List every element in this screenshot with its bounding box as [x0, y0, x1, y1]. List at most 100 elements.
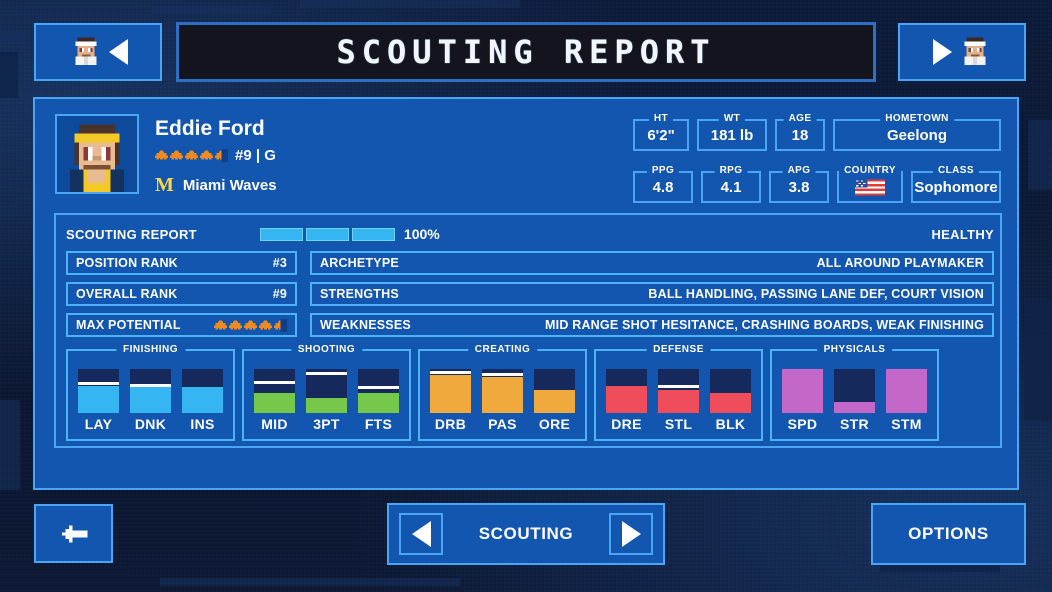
attribute-meter-fill — [254, 393, 295, 413]
row-overall-rank: OVERALL RANK #9 — [66, 282, 297, 306]
scouting-report-panel: Eddie Ford #9 | G M Miami Waves HT 6'2" … — [33, 97, 1019, 490]
previous-player-button[interactable] — [34, 23, 162, 81]
attribute-potential-tick — [78, 381, 119, 385]
stat-label: HT — [648, 113, 674, 124]
triangle-left-icon — [108, 39, 128, 65]
status-badge: HEALTHY — [931, 226, 994, 242]
stat-value: 181 lb — [710, 126, 754, 144]
attribute-code: DNK — [134, 416, 167, 432]
attribute-meter-fill — [482, 376, 523, 413]
attribute-meter-fill — [782, 369, 823, 413]
attribute-meter — [606, 369, 647, 413]
attribute-meter — [658, 369, 699, 413]
attribute-potential-tick — [482, 373, 523, 377]
attribute-group-label: SHOOTING — [290, 344, 363, 355]
options-button[interactable]: OPTIONS — [871, 503, 1026, 565]
attribute-item-stl: STL — [658, 369, 699, 432]
attribute-meter — [182, 369, 223, 413]
stat-chip-ht: HT 6'2" — [633, 113, 689, 151]
attribute-code: ORE — [538, 416, 571, 432]
attribute-meter — [534, 369, 575, 413]
stat-chip-apg: APG 3.8 — [769, 165, 829, 203]
stat-value: Geelong — [886, 126, 947, 144]
attribute-groups: FINISHING LAY DNK INS SHOOTING MID 3PT FTS CREAT… — [66, 344, 994, 441]
attribute-code: STL — [664, 416, 693, 432]
bg-decor-block — [0, 400, 20, 490]
row-value: #3 — [272, 256, 287, 270]
stat-value: 18 — [791, 126, 809, 144]
attribute-item-stm: STM — [886, 369, 927, 432]
stat-label: COUNTRY — [839, 165, 901, 176]
stat-chip-ppg: PPG 4.8 — [633, 165, 693, 203]
attribute-meter — [306, 369, 347, 413]
row-key: MAX POTENTIAL — [76, 318, 181, 332]
attribute-meter — [358, 369, 399, 413]
attribute-meter-fill — [78, 385, 119, 413]
attribute-meter — [430, 369, 471, 413]
stat-label: WT — [718, 113, 746, 124]
row-max-potential: MAX POTENTIAL — [66, 313, 297, 337]
attribute-potential-tick — [658, 384, 699, 388]
row-key: POSITION RANK — [76, 256, 178, 270]
attribute-potential-tick — [306, 372, 347, 376]
scouting-detail-section: SCOUTING REPORT 100% HEALTHY POSITION RA… — [54, 213, 1002, 448]
attribute-meter — [886, 369, 927, 413]
page-title-plate: SCOUTING REPORT — [176, 22, 876, 82]
stat-chip-country: COUNTRY — [837, 165, 903, 203]
row-value: ALL AROUND PLAYMAKER — [816, 256, 984, 270]
attribute-group-physicals: PHYSICALS SPD STR STM — [770, 344, 939, 441]
attribute-code: LAY — [84, 416, 113, 432]
stat-chip-class: CLASS Sophomore — [911, 165, 1001, 203]
country-flag-value — [839, 173, 901, 201]
attribute-meter-fill — [834, 401, 875, 413]
attribute-item-dnk: DNK — [130, 369, 171, 432]
back-button[interactable] — [34, 504, 113, 563]
attribute-item-fts: FTS — [358, 369, 399, 432]
attribute-code: BLK — [715, 416, 746, 432]
player-portrait-icon — [958, 33, 992, 72]
attribute-item-mid: MID — [254, 369, 295, 432]
attribute-code: DRE — [611, 416, 642, 432]
progress-percent: 100% — [403, 226, 440, 242]
player-header: Eddie Ford #9 | G M Miami Waves HT 6'2" … — [35, 99, 1021, 211]
scouting-prev-button[interactable] — [399, 513, 443, 555]
row-strengths: STRENGTHS BALL HANDLING, PASSING LANE DE… — [310, 282, 994, 306]
attribute-code: MID — [261, 416, 288, 432]
attribute-group-label: PHYSICALS — [816, 344, 893, 355]
attribute-meter-fill — [306, 398, 347, 413]
attribute-meter-fill — [534, 390, 575, 413]
stat-label: AGE — [783, 113, 817, 124]
options-label: OPTIONS — [908, 524, 989, 543]
scouting-mode-selector: SCOUTING — [387, 503, 665, 565]
stat-label: HOMETOWN — [880, 113, 954, 124]
triangle-right-icon — [621, 521, 641, 547]
scouting-progress-row: SCOUTING REPORT 100% HEALTHY — [66, 221, 994, 247]
team-name: Miami Waves — [182, 176, 277, 194]
attribute-item-dre: DRE — [606, 369, 647, 432]
team-logo-icon: M — [155, 174, 174, 196]
attribute-code: FTS — [364, 416, 393, 432]
attribute-potential-tick — [430, 371, 471, 375]
attribute-item-spd: SPD — [782, 369, 823, 432]
avatar — [55, 114, 139, 194]
row-archetype: ARCHETYPE ALL AROUND PLAYMAKER — [310, 251, 994, 275]
attribute-meter — [710, 369, 751, 413]
row-key: OVERALL RANK — [76, 287, 178, 301]
stat-chip-rpg: RPG 4.1 — [701, 165, 761, 203]
progress-segment — [259, 227, 303, 241]
stat-value: 4.8 — [652, 178, 674, 196]
arrow-left-icon — [61, 525, 88, 542]
stat-label: CLASS — [933, 165, 979, 176]
attribute-code: INS — [190, 416, 215, 432]
attribute-meter-fill — [130, 386, 171, 413]
scouting-next-button[interactable] — [609, 513, 653, 555]
row-position-rank: POSITION RANK #3 — [66, 251, 297, 275]
attribute-item-str: STR — [834, 369, 875, 432]
attribute-item-lay: LAY — [78, 369, 119, 432]
attribute-group-label: FINISHING — [115, 344, 186, 355]
usa-flag-icon — [855, 178, 885, 196]
next-player-button[interactable] — [898, 23, 1026, 81]
player-rating-row: #9 | G — [155, 147, 276, 164]
attribute-group-defense: DEFENSE DRE STL BLK — [594, 344, 763, 441]
progress-bar — [259, 227, 395, 241]
